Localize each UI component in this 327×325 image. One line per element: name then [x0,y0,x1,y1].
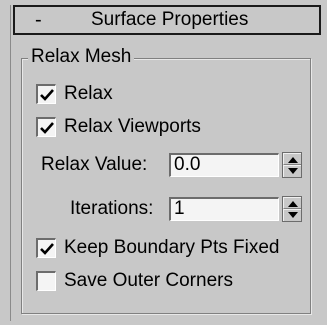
relax-value-spin-up[interactable] [283,153,301,165]
iterations-spin-up[interactable] [283,197,301,209]
relax-checkbox-row[interactable]: Relax [36,83,156,108]
arrow-up-icon [288,201,298,207]
save-outer-corners-label: Save Outer Corners [64,270,233,291]
checkmark-icon [40,89,54,101]
group-title: Relax Mesh [28,46,135,68]
relax-viewports-checkbox[interactable] [36,117,56,137]
relax-checkbox[interactable] [36,84,56,104]
iterations-label: Iterations: [70,198,154,219]
rollout-header[interactable]: - Surface Properties [13,5,321,35]
checkmark-icon [40,122,54,134]
relax-value-label: Relax Value: [41,154,148,175]
relax-value-spinner[interactable] [282,152,302,178]
checkmark-icon [40,243,54,255]
keep-boundary-checkbox[interactable] [36,238,56,258]
relax-viewports-label: Relax Viewports [64,116,201,137]
save-outer-corners-checkbox[interactable] [36,271,56,291]
relax-viewports-checkbox-row[interactable]: Relax Viewports [36,116,256,141]
keep-boundary-checkbox-row[interactable]: Keep Boundary Pts Fixed [36,237,306,262]
iterations-input[interactable]: 1 [169,197,279,221]
arrow-down-icon [288,168,298,174]
relax-value-input[interactable]: 0.0 [169,153,279,177]
relax-value-spin-down[interactable] [283,165,301,177]
collapse-icon[interactable]: - [35,10,42,30]
relax-label: Relax [64,83,113,104]
arrow-down-icon [288,212,298,218]
arrow-up-icon [288,157,298,163]
keep-boundary-label: Keep Boundary Pts Fixed [64,237,280,258]
rollout-title: Surface Properties [91,9,249,30]
iterations-spin-down[interactable] [283,209,301,221]
save-outer-corners-checkbox-row[interactable]: Save Outer Corners [36,270,276,295]
iterations-spinner[interactable] [282,196,302,222]
